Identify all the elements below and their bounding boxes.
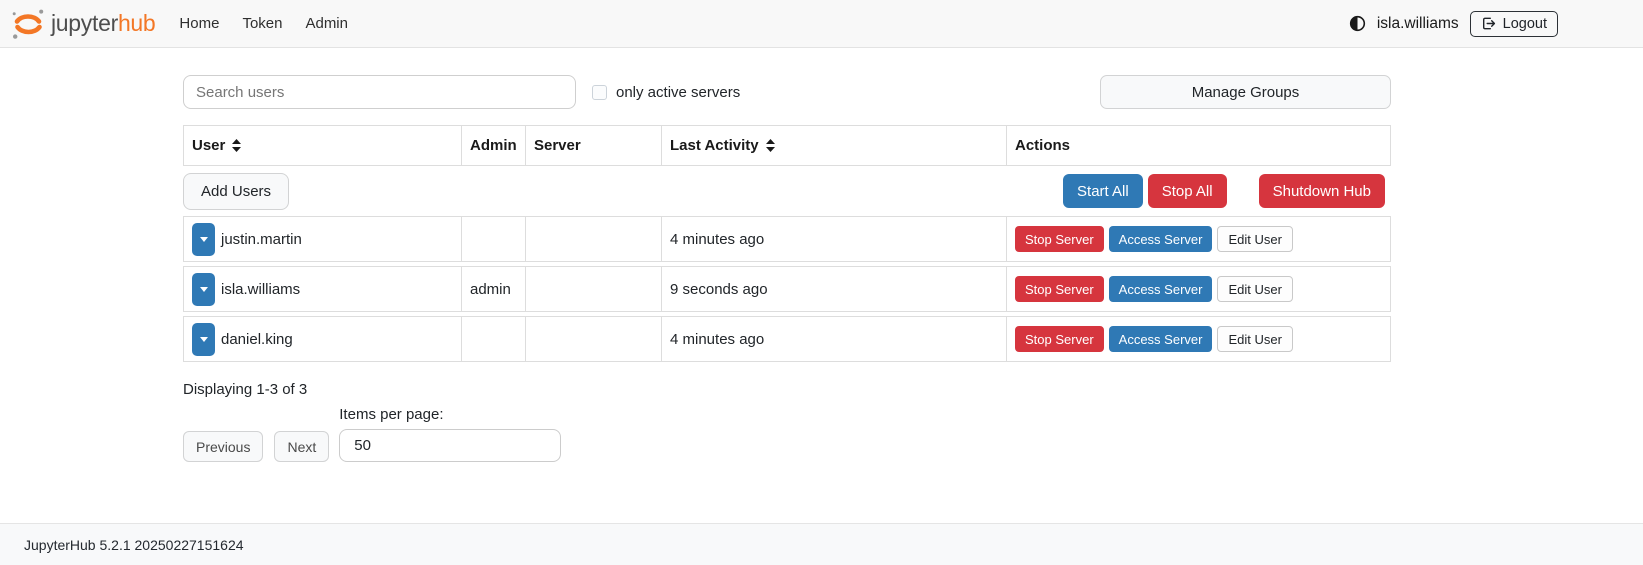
user-cell: isla.williams	[184, 267, 461, 311]
header-actions: Actions	[1006, 126, 1390, 165]
caret-down-icon	[200, 287, 208, 292]
username-text: isla.williams	[221, 281, 300, 298]
nav-admin[interactable]: Admin	[303, 11, 350, 36]
admin-cell	[461, 317, 525, 361]
navbar-right: isla.williams Logout	[1349, 11, 1558, 37]
row-actions-cell: Stop Server Access Server Edit User	[1006, 317, 1390, 361]
logout-label: Logout	[1503, 16, 1547, 32]
row-actions-cell: Stop Server Access Server Edit User	[1006, 267, 1390, 311]
user-cell: justin.martin	[184, 217, 461, 261]
server-cell	[525, 217, 661, 261]
brand-title: jupyterhub	[51, 10, 155, 37]
header-admin: Admin	[461, 126, 525, 165]
table-header-row: User Admin Server Last Activity	[183, 125, 1391, 166]
add-users-button[interactable]: Add Users	[183, 173, 289, 210]
row-actions-cell: Stop Server Access Server Edit User	[1006, 217, 1390, 261]
edit-user-button[interactable]: Edit User	[1217, 226, 1292, 252]
shutdown-hub-button[interactable]: Shutdown Hub	[1259, 174, 1385, 208]
last-activity-cell: 9 seconds ago	[661, 267, 1006, 311]
access-server-button[interactable]: Access Server	[1109, 326, 1213, 352]
table-actions-toolbar: Add Users Start All Stop All Shutdown Hu…	[183, 166, 1391, 216]
username-text: justin.martin	[221, 231, 302, 248]
table-row: justin.martin 4 minutes ago Stop Server …	[183, 216, 1391, 262]
page-footer: JupyterHub 5.2.1 20250227151624	[0, 523, 1643, 565]
last-activity-cell: 4 minutes ago	[661, 217, 1006, 261]
caret-down-icon	[200, 337, 208, 342]
previous-page-button[interactable]: Previous	[183, 431, 263, 462]
manage-groups-button[interactable]: Manage Groups	[1100, 75, 1391, 109]
logout-button[interactable]: Logout	[1470, 11, 1558, 37]
caret-down-icon	[200, 237, 208, 242]
nav-home[interactable]: Home	[177, 11, 221, 36]
access-server-button[interactable]: Access Server	[1109, 226, 1213, 252]
jupyterhub-logo-icon	[10, 6, 46, 42]
items-per-page: Items per page:	[339, 406, 561, 462]
sort-carets-icon	[232, 139, 241, 152]
users-table: User Admin Server Last Activity	[183, 125, 1391, 362]
user-dropdown-toggle[interactable]	[192, 323, 215, 356]
header-server: Server	[525, 126, 661, 165]
stop-server-button[interactable]: Stop Server	[1015, 326, 1104, 352]
table-row: daniel.king 4 minutes ago Stop Server Ac…	[183, 316, 1391, 362]
only-active-checkbox[interactable]	[592, 85, 607, 100]
stop-server-button[interactable]: Stop Server	[1015, 226, 1104, 252]
items-per-page-label: Items per page:	[339, 406, 561, 423]
nav-token[interactable]: Token	[240, 11, 284, 36]
current-username: isla.williams	[1377, 15, 1459, 33]
username-text: daniel.king	[221, 331, 293, 348]
stop-all-button[interactable]: Stop All	[1148, 174, 1227, 208]
admin-cell: admin	[461, 267, 525, 311]
displaying-summary: Displaying 1-3 of 3	[183, 381, 1391, 398]
only-active-label: only active servers	[616, 84, 740, 101]
next-page-button[interactable]: Next	[274, 431, 329, 462]
active-servers-filter: only active servers	[592, 84, 740, 101]
top-navbar: jupyterhub Home Token Admin isla.william…	[0, 0, 1643, 48]
edit-user-button[interactable]: Edit User	[1217, 326, 1292, 352]
bulk-actions: Start All Stop All Shutdown Hub	[1063, 174, 1385, 208]
user-dropdown-toggle[interactable]	[192, 223, 215, 256]
jupyterhub-brand[interactable]: jupyterhub	[10, 6, 155, 42]
items-per-page-input[interactable]	[339, 429, 561, 462]
user-dropdown-toggle[interactable]	[192, 273, 215, 306]
admin-cell	[461, 217, 525, 261]
search-input[interactable]	[183, 75, 576, 109]
user-cell: daniel.king	[184, 317, 461, 361]
theme-toggle-button[interactable]	[1349, 15, 1366, 32]
edit-user-button[interactable]: Edit User	[1217, 276, 1292, 302]
header-last-activity[interactable]: Last Activity	[661, 126, 1006, 165]
pagination-controls: Previous Next Items per page:	[183, 406, 1391, 462]
main-nav: Home Token Admin	[177, 11, 350, 36]
last-activity-cell: 4 minutes ago	[661, 317, 1006, 361]
access-server-button[interactable]: Access Server	[1109, 276, 1213, 302]
admin-page: only active servers Manage Groups User A…	[0, 48, 1643, 523]
sort-carets-icon	[766, 139, 775, 152]
stop-server-button[interactable]: Stop Server	[1015, 276, 1104, 302]
filter-toolbar: only active servers Manage Groups	[183, 75, 1391, 109]
circle-half-icon	[1349, 15, 1366, 32]
table-row: isla.williams admin 9 seconds ago Stop S…	[183, 266, 1391, 312]
server-cell	[525, 317, 661, 361]
header-user[interactable]: User	[184, 126, 461, 165]
start-all-button[interactable]: Start All	[1063, 174, 1143, 208]
pager-buttons: Previous Next	[183, 431, 329, 462]
server-cell	[525, 267, 661, 311]
version-text: JupyterHub 5.2.1 20250227151624	[24, 537, 244, 553]
box-arrow-right-icon	[1481, 16, 1496, 31]
